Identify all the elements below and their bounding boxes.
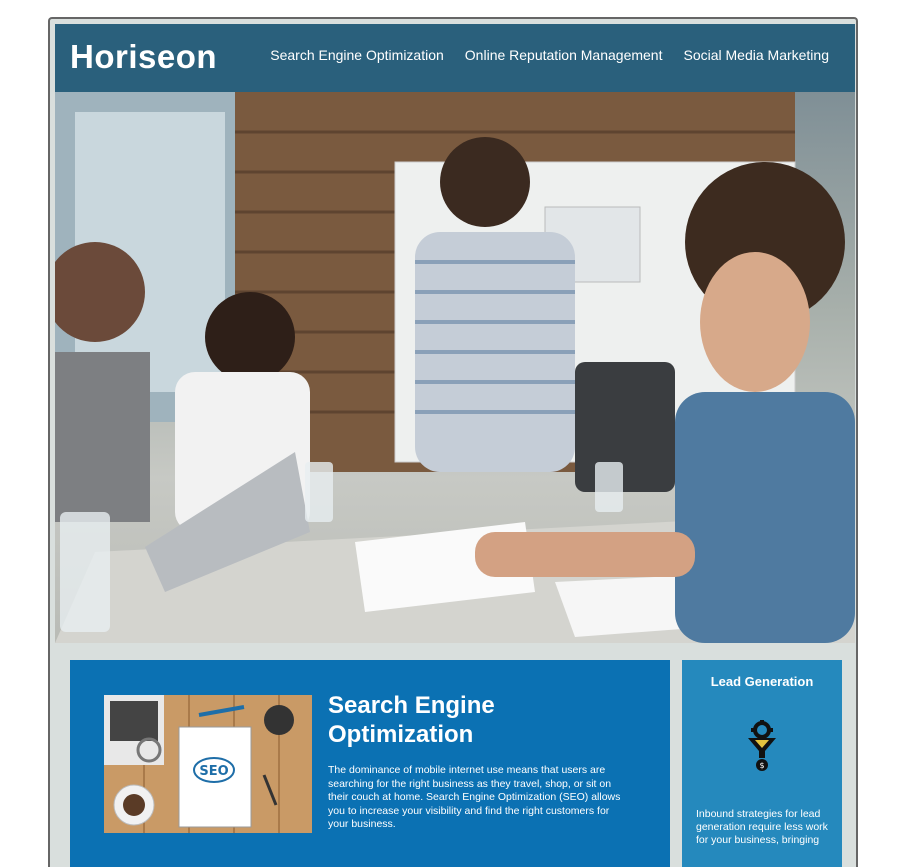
seo-image-label: SEO xyxy=(199,764,228,779)
nav-link-seo[interactable]: Search Engine Optimization xyxy=(270,47,444,63)
main-nav: Search Engine Optimization Online Reputa… xyxy=(270,47,829,63)
lead-generation-title: Lead Generation xyxy=(710,674,814,689)
seo-title-line2: Optimization xyxy=(328,721,474,748)
lead-generation-card: Lead Generation $ Inbound strategies for… xyxy=(682,660,842,867)
page-frame: Horiseon Search Engine Optimization Onli… xyxy=(48,17,858,867)
hero-photo-illustration xyxy=(55,92,855,643)
seo-section: SEO Search Engine Optimization The domin… xyxy=(70,660,670,867)
seo-illustration: SEO xyxy=(104,695,312,833)
seo-description: The dominance of mobile internet use mea… xyxy=(328,764,621,830)
brand-logo[interactable]: Horiseon xyxy=(70,38,217,76)
seo-title: Search Engine Optimization xyxy=(328,691,628,749)
svg-text:$: $ xyxy=(759,761,764,770)
site-header: Horiseon Search Engine Optimization Onli… xyxy=(55,24,855,92)
lead-generation-description: Inbound strategies for lead generation r… xyxy=(696,808,828,846)
seo-image: SEO xyxy=(104,695,312,833)
hero-image xyxy=(55,92,855,643)
nav-link-social-media[interactable]: Social Media Marketing xyxy=(683,47,829,63)
nav-link-reputation[interactable]: Online Reputation Management xyxy=(465,47,663,63)
funnel-gear-icon: $ xyxy=(746,720,778,777)
seo-title-line1: Search Engine xyxy=(328,692,495,719)
